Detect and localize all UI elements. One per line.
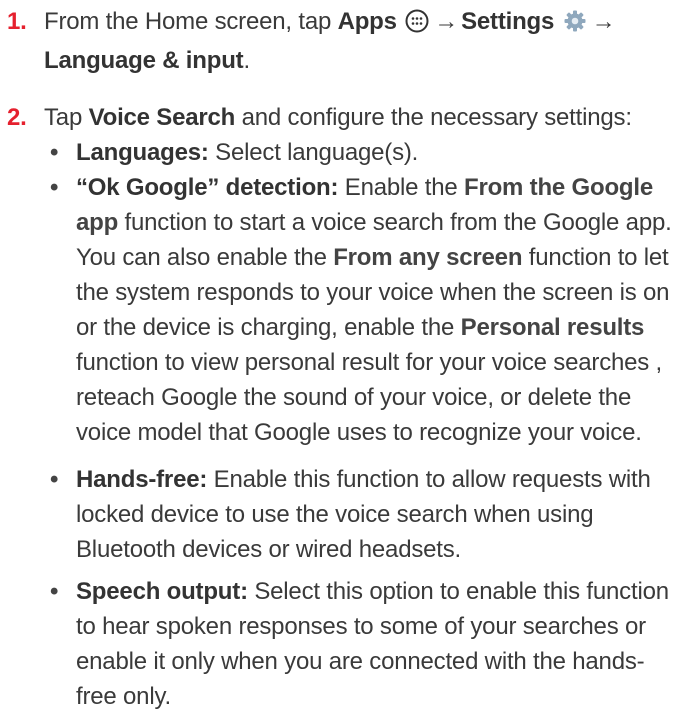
arrow-icon: → [591,8,616,35]
bullet: • [50,174,59,201]
bullet: • [50,466,59,493]
option-hands-free: • Hands-free: Enable this function to al… [50,462,682,567]
option-languages: • Languages: Select language(s). [50,135,682,170]
option-title: Languages: [76,139,209,166]
step-2: 2. Tap Voice Search and configure the ne… [0,100,682,135]
option-title: “Ok Google” detection: [76,174,339,201]
language-input-label: Language & input [44,47,244,74]
option-title: Speech output: [76,578,248,605]
option-speech-output: • Speech output: Select this option to e… [50,574,682,714]
bullet: • [50,578,59,605]
settings-gear-icon [563,8,587,43]
option-ok-google-detection: • “Ok Google” detection: Enable the From… [50,170,682,450]
step-text: Tap Voice Search and configure the neces… [44,104,632,131]
bullet: • [50,139,59,166]
option-title: Hands-free: [76,466,208,493]
step-1: 1. From the Home screen, tap Apps → Setti… [0,4,682,78]
arrow-icon: → [434,8,459,35]
step-number: 1. [7,8,27,35]
step-number: 2. [7,104,27,131]
step-text: From the Home screen, tap Apps → Settings… [44,8,616,74]
apps-grid-icon [405,8,429,43]
instruction-page: 1. From the Home screen, tap Apps → Setti… [0,0,690,710]
settings-label: Settings [461,8,555,35]
voice-search-label: Voice Search [88,104,236,131]
apps-label: Apps [337,8,397,35]
